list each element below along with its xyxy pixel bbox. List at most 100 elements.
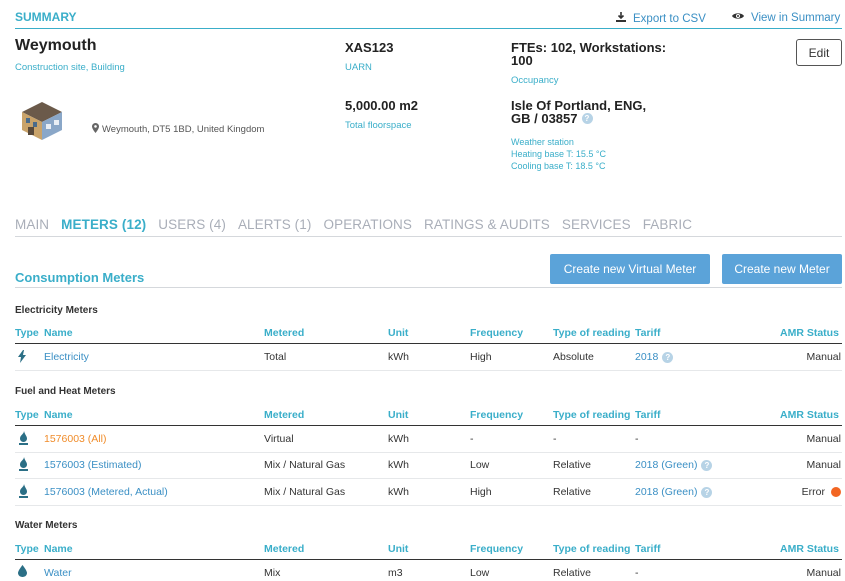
row-divider — [15, 370, 842, 371]
tab-main[interactable]: MAIN — [15, 217, 49, 232]
header-line — [15, 425, 842, 426]
floorspace-value: 5,000.00 m2 — [345, 98, 419, 113]
export-csv-label: Export to CSV — [633, 12, 706, 25]
gas-flame-icon — [18, 457, 29, 474]
tab-meters[interactable]: METERS (12) — [61, 217, 146, 232]
group-title-water: Water Meters — [15, 520, 78, 531]
tariff-wrap: 2018 (Green)? — [635, 486, 713, 498]
col-unit: Unit — [388, 409, 409, 421]
col-reading: Type of reading — [553, 409, 631, 421]
edit-button[interactable]: Edit — [796, 39, 842, 66]
col-amr: AMR Status — [780, 409, 839, 421]
tariff-link[interactable]: 2018 (Green) — [635, 459, 697, 471]
table-row: 1576003 (Estimated) Mix / Natural Gas kW… — [0, 457, 845, 474]
frequency: Low — [470, 567, 490, 579]
section-title-summary: SUMMARY — [15, 10, 77, 24]
tab-ratings-audits[interactable]: RATINGS & AUDITS — [424, 217, 550, 232]
building-name: Weymouth — [15, 37, 97, 54]
map-pin-icon — [92, 123, 99, 136]
tariff-wrap: 2018 (Green)? — [635, 459, 713, 471]
lightning-icon — [18, 350, 26, 366]
amr-status: Manual — [806, 567, 841, 579]
frequency: High — [470, 486, 492, 498]
tab-users[interactable]: USERS (4) — [158, 217, 226, 232]
consumption-divider — [15, 287, 842, 288]
frequency: - — [470, 433, 474, 445]
amr-status: Manual — [806, 351, 841, 363]
col-tariff: Tariff — [635, 409, 661, 421]
col-unit: Unit — [388, 327, 409, 339]
col-reading: Type of reading — [553, 327, 631, 339]
help-icon[interactable]: ? — [701, 459, 713, 471]
tariff: - — [635, 567, 639, 579]
col-tariff: Tariff — [635, 543, 661, 555]
create-meter-button[interactable]: Create new Meter — [722, 254, 842, 284]
uarn-label: UARN — [345, 62, 372, 73]
unit: kWh — [388, 459, 409, 471]
export-csv-button[interactable]: Export to CSV — [615, 11, 706, 26]
frequency: Low — [470, 459, 490, 471]
col-type: Type — [15, 327, 39, 339]
tariff-link[interactable]: 2018 — [635, 351, 658, 363]
meter-name-link[interactable]: 1576003 (Estimated) — [44, 459, 141, 471]
reading-type: Absolute — [553, 351, 594, 363]
amr-status-wrap: Error — [802, 486, 841, 498]
metered: Mix — [264, 567, 281, 579]
amr-status: Error — [801, 486, 825, 498]
occupancy-line2: 100 — [511, 53, 533, 68]
tab-alerts[interactable]: ALERTS (1) — [238, 217, 312, 232]
uarn-value: XAS123 — [345, 40, 394, 55]
meter-name-link[interactable]: 1576003 (All) — [44, 433, 106, 445]
water-drop-icon — [18, 565, 27, 580]
header-line — [15, 343, 842, 344]
col-reading: Type of reading — [553, 543, 631, 555]
create-virtual-meter-button[interactable]: Create new Virtual Meter — [550, 254, 710, 284]
reading-type: Relative — [553, 567, 591, 579]
col-amr: AMR Status — [780, 543, 839, 555]
col-unit: Unit — [388, 543, 409, 555]
tabs-divider — [15, 236, 842, 237]
col-frequency: Frequency — [470, 543, 524, 555]
col-amr: AMR Status — [780, 327, 839, 339]
col-type: Type — [15, 409, 39, 421]
col-frequency: Frequency — [470, 327, 524, 339]
group-title-fuel: Fuel and Heat Meters — [15, 386, 116, 397]
building-type: Construction site, Building — [15, 62, 125, 73]
tab-services[interactable]: SERVICES — [562, 217, 631, 232]
eye-icon — [731, 11, 745, 24]
help-icon[interactable]: ? — [581, 113, 593, 124]
view-in-summary-button[interactable]: View in Summary — [731, 11, 840, 24]
table-row: Electricity Total kWh High Absolute 2018… — [0, 350, 845, 366]
gas-flame-icon — [18, 431, 29, 448]
row-divider — [15, 505, 842, 506]
meter-name-link[interactable]: Water — [44, 567, 72, 579]
meter-name-link[interactable]: 1576003 (Metered, Actual) — [44, 486, 168, 498]
help-icon[interactable]: ? — [701, 486, 713, 498]
gas-flame-icon — [18, 484, 29, 501]
meter-name-link[interactable]: Electricity — [44, 351, 89, 363]
occupancy-label: Occupancy — [511, 75, 559, 86]
cooling-base: Cooling base T: 18.5 °C — [511, 161, 606, 171]
metered: Mix / Natural Gas — [264, 459, 346, 471]
group-title-electricity: Electricity Meters — [15, 305, 98, 316]
occupancy-line1: FTEs: 102, Workstations: — [511, 40, 667, 55]
col-metered: Metered — [264, 543, 305, 555]
weather-line2: GB / 03857 — [511, 111, 578, 126]
table-row: 1576003 (All) Virtual kWh - - - Manual — [0, 431, 845, 448]
help-icon[interactable]: ? — [662, 351, 674, 363]
amr-status: Manual — [806, 459, 841, 471]
download-icon — [615, 11, 627, 26]
row-divider — [15, 452, 842, 453]
header-divider — [15, 28, 842, 29]
tariff-link[interactable]: 2018 (Green) — [635, 486, 697, 498]
tab-operations[interactable]: OPERATIONS — [323, 217, 412, 232]
col-type: Type — [15, 543, 39, 555]
col-name: Name — [44, 327, 73, 339]
address-text: Weymouth, DT5 1BD, United Kingdom — [102, 124, 265, 135]
unit: kWh — [388, 433, 409, 445]
table-row: 1576003 (Metered, Actual) Mix / Natural … — [0, 484, 845, 501]
unit: m3 — [388, 567, 403, 579]
tab-fabric[interactable]: FABRIC — [643, 217, 692, 232]
col-frequency: Frequency — [470, 409, 524, 421]
error-dot-icon — [831, 487, 841, 498]
